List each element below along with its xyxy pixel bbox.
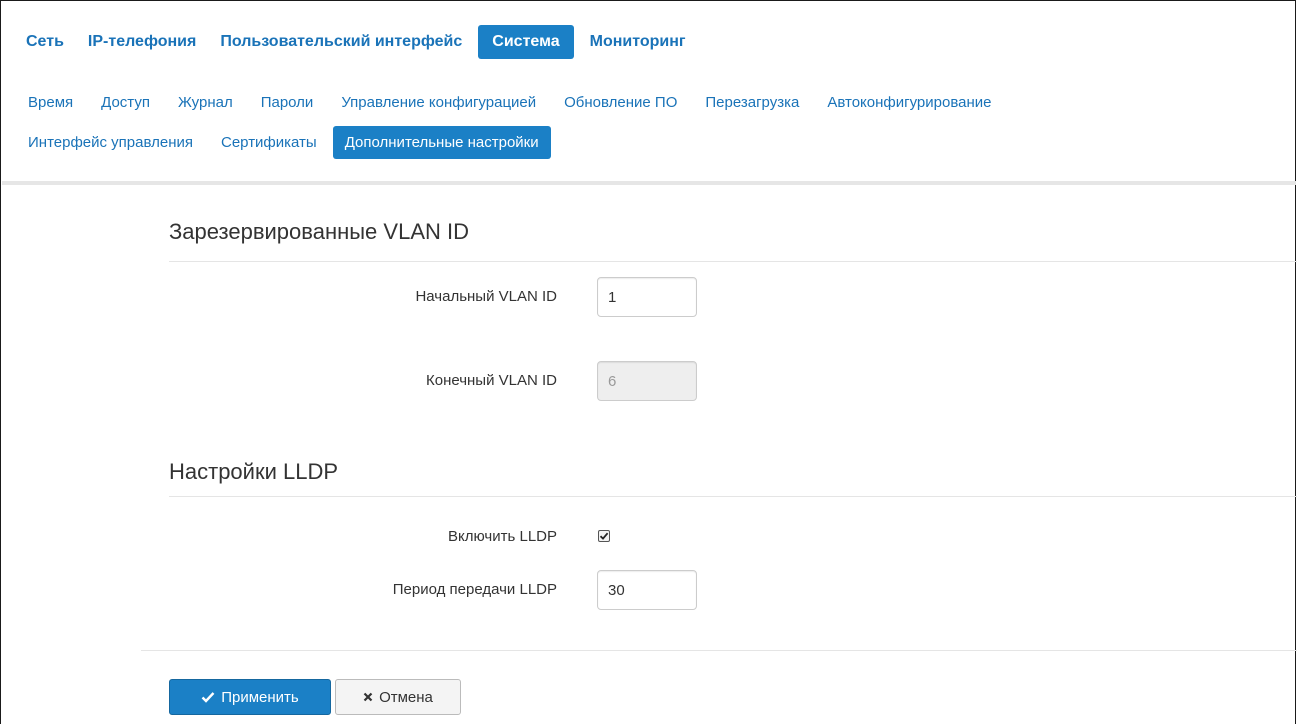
enable-lldp-label: Включить LLDP [448,528,557,545]
cancel-button-label: Отмена [379,688,433,706]
sub-nav-item-time[interactable]: Время [15,86,85,119]
sub-nav-item-log[interactable]: Журнал [166,86,245,119]
sub-nav-item-management-interface[interactable]: Интерфейс управления [15,126,205,159]
sub-nav-row: Интерфейс управления Сертификаты Дополни… [15,123,1285,161]
close-icon [363,692,373,702]
start-vlan-row: Начальный VLAN ID [169,277,869,317]
sub-nav-item-firmware-update[interactable]: Обновление ПО [552,86,689,119]
lldp-period-input[interactable] [597,570,697,610]
app-frame: Сеть IP-телефония Пользовательский интер… [0,0,1297,724]
sub-nav: Время Доступ Журнал Пароли Управление ко… [15,83,1285,163]
sub-nav-item-reboot[interactable]: Перезагрузка [693,86,811,119]
main-nav-item-user-interface[interactable]: Пользовательский интерфейс [209,26,473,58]
apply-button[interactable]: Применить [169,679,331,715]
sub-nav-item-access[interactable]: Доступ [89,86,162,119]
end-vlan-input [597,361,697,401]
main-nav-item-network[interactable]: Сеть [15,26,75,58]
main-nav-item-ip-telephony[interactable]: IP-телефония [77,26,207,58]
start-vlan-label: Начальный VLAN ID [415,288,557,305]
lldp-section-title: Настройки LLDP [169,459,339,484]
cancel-button[interactable]: Отмена [335,679,461,715]
check-icon [201,691,215,703]
lldp-section-divider [169,496,1297,497]
vlan-section-title: Зарезервированные VLAN ID [169,219,469,244]
lldp-period-label: Период передачи LLDP [392,581,557,598]
sub-nav-item-advanced-settings[interactable]: Дополнительные настройки [332,125,551,159]
sub-nav-item-passwords[interactable]: Пароли [249,86,326,119]
vlan-section-divider [169,261,1297,262]
checkmark-icon [599,532,609,540]
sub-nav-item-autoconfig[interactable]: Автоконфигурирование [815,86,1003,119]
enable-lldp-row: Включить LLDP [169,517,869,557]
sub-nav-item-config-management[interactable]: Управление конфигурацией [329,86,548,119]
main-nav-item-system[interactable]: Система [478,25,574,59]
end-vlan-label: Конечный VLAN ID [426,372,557,389]
nav-divider [2,181,1296,185]
form-actions-divider [141,650,1297,651]
main-nav-item-monitoring[interactable]: Мониторинг [579,26,697,58]
enable-lldp-checkbox[interactable] [598,530,610,542]
end-vlan-row: Конечный VLAN ID [169,361,869,401]
main-nav: Сеть IP-телефония Пользовательский интер… [15,24,699,60]
start-vlan-input[interactable] [597,277,697,317]
apply-button-label: Применить [221,688,299,706]
sub-nav-row: Время Доступ Журнал Пароли Управление ко… [15,83,1285,121]
lldp-period-row: Период передачи LLDP [169,570,869,610]
sub-nav-item-certificates[interactable]: Сертификаты [209,126,329,159]
